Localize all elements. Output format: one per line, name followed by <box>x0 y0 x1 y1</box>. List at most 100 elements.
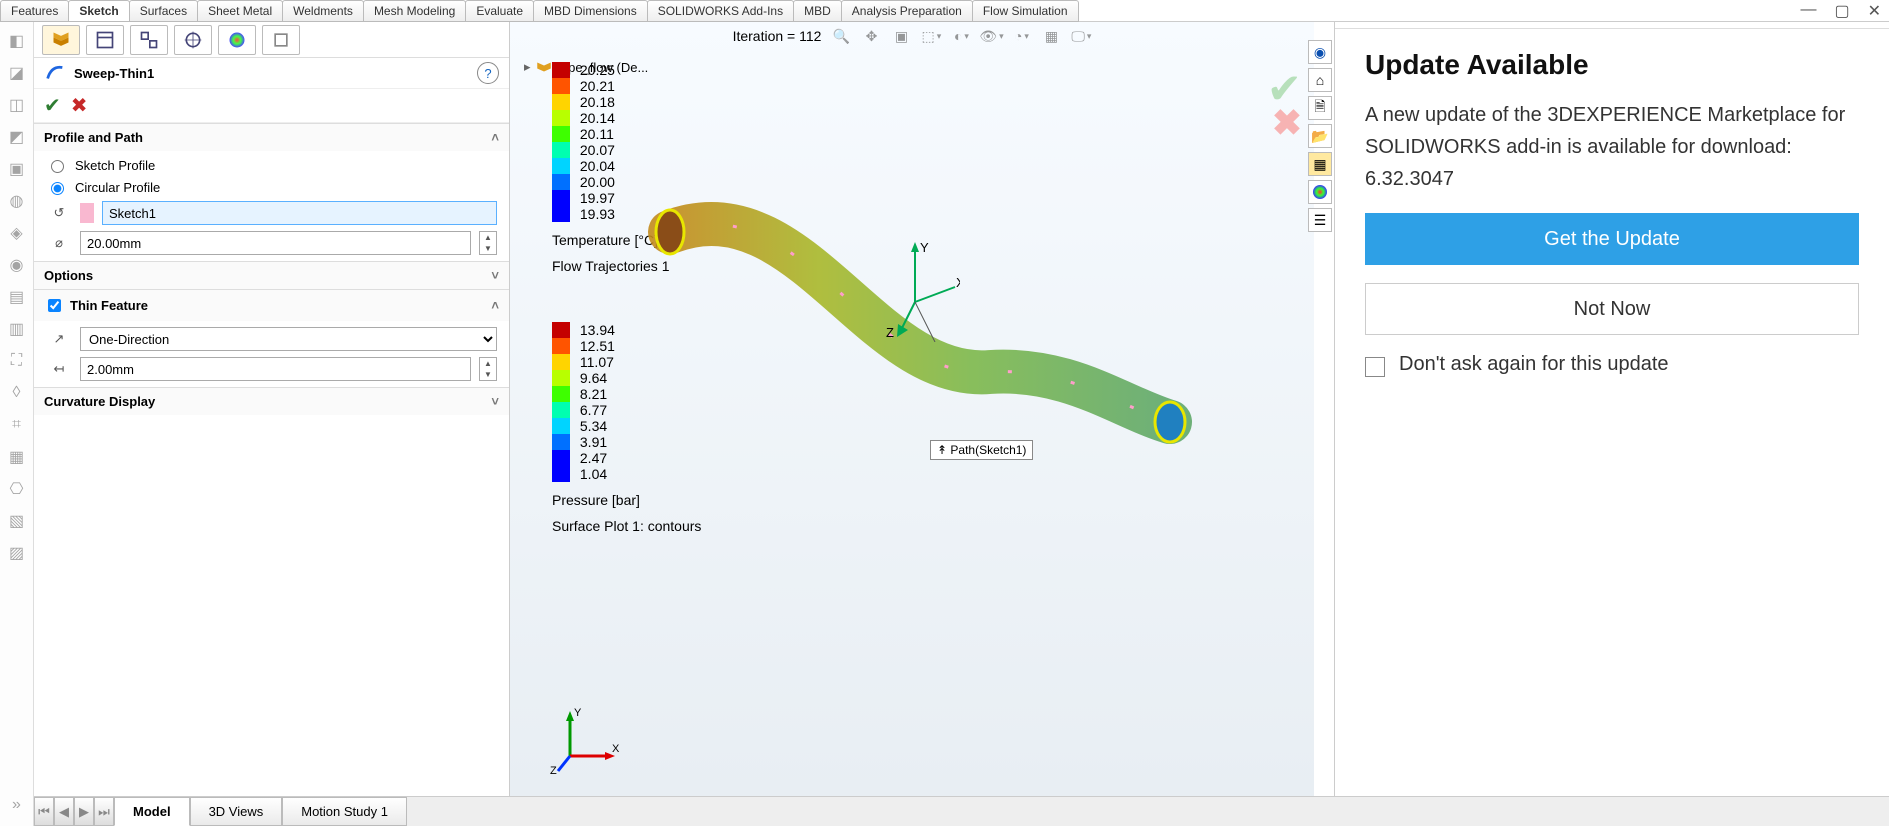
command-manager-tabs: Features Sketch Surfaces Sheet Metal Wel… <box>0 0 1889 22</box>
minimize-icon[interactable]: — <box>1800 1 1816 21</box>
pm-tab-feature-tree[interactable] <box>42 25 80 55</box>
dont-ask-checkbox[interactable] <box>1365 357 1385 377</box>
bottom-tab-motion-study[interactable]: Motion Study 1 <box>282 797 407 826</box>
close-icon[interactable]: ✕ <box>1868 1 1881 21</box>
rail-icon[interactable]: ▨ <box>6 542 28 564</box>
tab-nav-prev[interactable]: ◀ <box>54 797 74 826</box>
rail-icon[interactable]: ▥ <box>6 318 28 340</box>
rail-icon[interactable]: ◧ <box>6 30 28 52</box>
group-curvature-display[interactable]: Curvature Display˅ <box>34 388 509 415</box>
tab-nav-last[interactable]: ⏭ <box>94 797 114 826</box>
pm-tab-display[interactable] <box>218 25 256 55</box>
tp-appearances-icon[interactable] <box>1308 180 1332 204</box>
task-pane-tabs: ◉ ⌂ 🗎 📂 ▦ ☰ <box>1308 40 1334 232</box>
hud-view-orientation[interactable]: ⬚ <box>921 26 941 46</box>
pm-tab-config[interactable] <box>130 25 168 55</box>
hud-appearance[interactable]: ◔ <box>1011 26 1031 46</box>
rail-icon[interactable]: ⎔ <box>6 478 28 500</box>
tab-solidworks-addins[interactable]: SOLIDWORKS Add-Ins <box>647 0 794 22</box>
tab-mbd[interactable]: MBD <box>793 0 842 22</box>
rail-icon[interactable]: ◫ <box>6 94 28 116</box>
thin-direction-select[interactable]: One-Direction <box>80 327 497 351</box>
tab-weldments[interactable]: Weldments <box>282 0 364 22</box>
iteration-label: Iteration = 112 <box>733 28 822 44</box>
hud-hide-show[interactable]: 👁 <box>981 26 1001 46</box>
help-icon[interactable]: ? <box>477 62 499 84</box>
label-sketch-profile: Sketch Profile <box>75 158 155 173</box>
tab-sheet-metal[interactable]: Sheet Metal <box>197 0 283 22</box>
rail-expand-icon[interactable]: » <box>6 794 28 816</box>
ok-button[interactable]: ✔ <box>44 93 61 118</box>
hud-render[interactable]: 🖵 <box>1071 26 1091 46</box>
bottom-tab-3dviews[interactable]: 3D Views <box>190 797 283 826</box>
sweep-icon <box>44 62 66 84</box>
tab-evaluate[interactable]: Evaluate <box>465 0 534 22</box>
rail-icon[interactable]: ◪ <box>6 62 28 84</box>
hud-zoom-icon[interactable]: 🔍 <box>831 26 851 46</box>
group-options[interactable]: Options˅ <box>34 262 509 289</box>
svg-text:Z: Z <box>550 765 557 776</box>
group-thin-feature[interactable]: Thin Feature ˄ <box>34 290 509 321</box>
rail-icon[interactable]: ▦ <box>6 446 28 468</box>
tp-file-explorer-icon[interactable]: 📂 <box>1308 124 1332 148</box>
pm-tab-other[interactable] <box>262 25 300 55</box>
tp-library-icon[interactable]: 🗎 <box>1308 96 1332 120</box>
tab-analysis-preparation[interactable]: Analysis Preparation <box>841 0 973 22</box>
get-update-button[interactable]: Get the Update <box>1365 213 1859 265</box>
tab-nav-next[interactable]: ▶ <box>74 797 94 826</box>
pm-confirm-row: ✔ ✖ <box>34 89 509 123</box>
thin-feature-checkbox[interactable] <box>48 299 61 312</box>
pm-tab-dimxpert[interactable] <box>174 25 212 55</box>
maximize-icon[interactable]: ▢ <box>1834 1 1849 21</box>
thickness-input[interactable] <box>80 357 471 381</box>
tp-resources-icon[interactable]: ◉ <box>1308 40 1332 64</box>
group-profile-path[interactable]: Profile and Path˄ <box>34 124 509 151</box>
path-selection-box[interactable] <box>102 201 497 225</box>
not-now-button[interactable]: Not Now <box>1365 283 1859 335</box>
tab-nav-first[interactable]: ⏮ <box>34 797 54 826</box>
bottom-tab-model[interactable]: Model <box>114 797 190 826</box>
tab-surfaces[interactable]: Surfaces <box>129 0 198 22</box>
tab-flow-simulation[interactable]: Flow Simulation <box>972 0 1079 22</box>
radio-circular-profile[interactable] <box>51 182 64 195</box>
radio-sketch-profile[interactable] <box>51 160 64 173</box>
rail-icon[interactable]: ◩ <box>6 126 28 148</box>
tab-features[interactable]: Features <box>0 0 69 22</box>
svg-text:Y: Y <box>920 242 929 255</box>
tab-mbd-dimensions[interactable]: MBD Dimensions <box>533 0 648 22</box>
property-manager: Sweep-Thin1 ? ✔ ✖ Profile and Path˄ Sket… <box>34 22 510 796</box>
spinner[interactable]: ▲▼ <box>479 231 497 255</box>
tree-expand-icon[interactable]: ▸ <box>524 59 531 75</box>
rail-icon[interactable]: ◉ <box>6 254 28 276</box>
update-message: A new update of the 3DEXPERIENCE Marketp… <box>1365 99 1859 195</box>
rail-icon[interactable]: ⛶ <box>6 350 28 372</box>
tab-sketch[interactable]: Sketch <box>68 0 129 22</box>
spinner[interactable]: ▲▼ <box>479 357 497 381</box>
legend2-title: Pressure [bar] <box>552 492 701 508</box>
rail-icon[interactable]: ⌗ <box>6 414 28 436</box>
cancel-button[interactable]: ✖ <box>71 93 88 118</box>
rail-icon[interactable]: ▣ <box>6 158 28 180</box>
rail-icon[interactable]: ◊ <box>6 382 28 404</box>
tab-mesh-modeling[interactable]: Mesh Modeling <box>363 0 466 22</box>
rail-icon[interactable]: ▧ <box>6 510 28 532</box>
dont-ask-label: Don't ask again for this update <box>1399 353 1669 376</box>
hud-pan-icon[interactable]: ✥ <box>861 26 881 46</box>
graphics-area[interactable]: Iteration = 112 🔍 ✥ ▣ ⬚ ◐ 👁 ◔ ▦ 🖵 ▸ Pipe… <box>510 22 1314 796</box>
tp-view-palette-icon[interactable]: ▦ <box>1308 152 1332 176</box>
pm-tab-property[interactable] <box>86 25 124 55</box>
tp-home-icon[interactable]: ⌂ <box>1308 68 1332 92</box>
marketplace-panel: « 3DEXPERIENCE Marketplace ⚙ ✕ Update Av… <box>1334 0 1889 826</box>
hud-section-icon[interactable]: ▣ <box>891 26 911 46</box>
diameter-input[interactable] <box>80 231 471 255</box>
tp-custom-icon[interactable]: ☰ <box>1308 208 1332 232</box>
view-triad[interactable]: X Y Z <box>550 706 620 776</box>
rail-icon[interactable]: ◈ <box>6 222 28 244</box>
rail-icon[interactable]: ▤ <box>6 286 28 308</box>
svg-text:Y: Y <box>574 707 582 719</box>
svg-text:X: X <box>956 275 960 290</box>
rail-icon[interactable]: ◍ <box>6 190 28 212</box>
hud-scene-icon[interactable]: ▦ <box>1041 26 1061 46</box>
thickness-icon: ↤ <box>46 361 72 377</box>
hud-display-style[interactable]: ◐ <box>951 26 971 46</box>
